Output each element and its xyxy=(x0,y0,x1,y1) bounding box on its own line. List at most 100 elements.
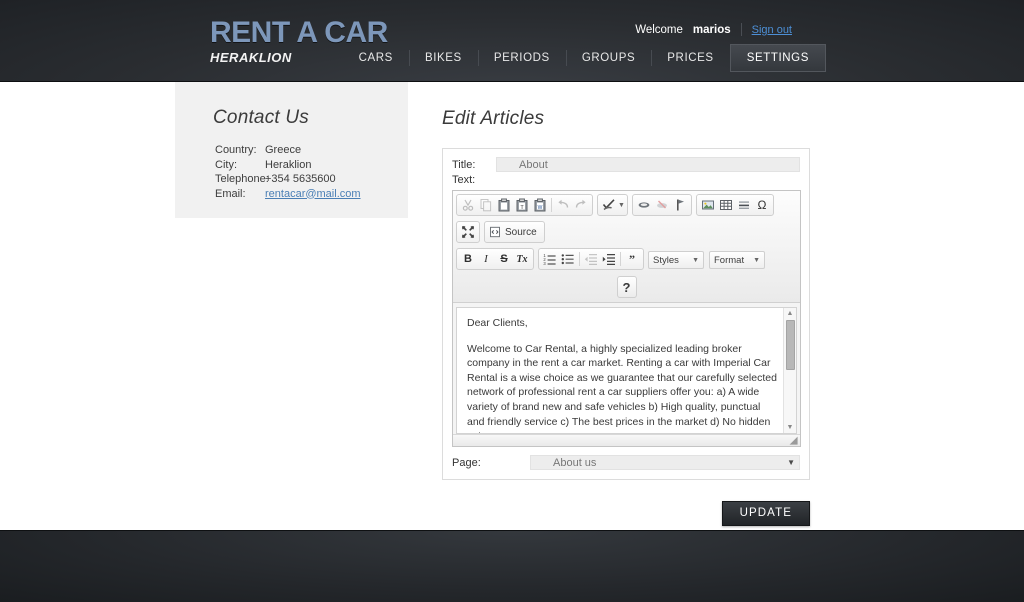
contact-value-telephone: +354 5635600 xyxy=(265,173,336,185)
source-icon xyxy=(490,226,500,238)
source-toolgroup: Source xyxy=(484,221,545,243)
toolbar-row-4: ? xyxy=(456,275,797,300)
anchor-icon[interactable] xyxy=(671,196,689,214)
unlink-icon[interactable] xyxy=(653,196,671,214)
nav-item-prices[interactable]: PRICES xyxy=(651,45,729,71)
blockquote-icon[interactable]: ” xyxy=(623,250,641,268)
toolbar-row-3: B I S Tx 1 2 3 ” Styles ▼ Format ▼ xyxy=(456,248,797,272)
contact-label-telephone: Telephone: xyxy=(215,173,269,185)
scrollbar-thumb[interactable] xyxy=(785,320,795,370)
table-icon[interactable] xyxy=(717,196,735,214)
contact-row-email: Email: rentacar@mail.com xyxy=(215,187,408,202)
maximize-icon[interactable] xyxy=(459,223,477,241)
editor-toolbar: T W ▼ Ω Source B I S Tx 1 2 3 ” Styles ▼… xyxy=(453,191,800,303)
contact-panel: Contact Us Country: Greece City: Herakli… xyxy=(175,82,408,218)
styles-dropdown[interactable]: Styles ▼ xyxy=(648,251,704,269)
editor-content-area[interactable]: Dear Clients, Welcome to Car Rental, a h… xyxy=(456,307,797,434)
toolbar-row-1: T W ▼ Ω xyxy=(456,194,797,218)
welcome-bar: Welcome marios Sign out xyxy=(635,23,792,36)
contact-value-country: Greece xyxy=(265,144,302,156)
page-title: Edit Articles xyxy=(442,108,545,129)
styles-dropdown-label: Styles xyxy=(653,254,679,266)
bulleted-list-icon[interactable] xyxy=(559,250,577,268)
italic-icon[interactable]: I xyxy=(477,250,495,268)
page-body: Contact Us Country: Greece City: Herakli… xyxy=(0,82,1024,530)
title-field-label: Title: xyxy=(452,158,476,171)
editor-paragraph-1: Dear Clients, xyxy=(467,317,528,329)
cut-icon[interactable] xyxy=(459,196,477,214)
nav-item-bikes[interactable]: BIKES xyxy=(408,45,478,71)
bold-icon[interactable]: B xyxy=(459,250,477,268)
scroll-down-arrow-icon[interactable]: ▼ xyxy=(787,422,794,433)
nav-item-groups[interactable]: GROUPS xyxy=(565,45,651,71)
contact-row-telephone: Telephone: +354 5635600 xyxy=(215,172,408,187)
link-icon[interactable] xyxy=(635,196,653,214)
spell-check-icon[interactable] xyxy=(600,196,618,214)
paste-word-icon[interactable]: W xyxy=(531,196,549,214)
chevron-down-icon: ▼ xyxy=(787,458,795,467)
outdent-icon[interactable] xyxy=(582,250,600,268)
editor-vertical-scrollbar[interactable]: ▲ ▼ xyxy=(783,308,796,433)
basic-styles-toolgroup: B I S Tx xyxy=(456,248,534,270)
indent-icon[interactable] xyxy=(600,250,618,268)
nav-item-periods[interactable]: PERIODS xyxy=(477,45,566,71)
scrollbar-track[interactable] xyxy=(784,319,797,422)
text-field-label: Text: xyxy=(452,174,476,186)
title-input[interactable]: About xyxy=(496,157,800,172)
format-dropdown[interactable]: Format ▼ xyxy=(709,251,765,269)
maximize-toolgroup xyxy=(456,221,480,243)
contact-row-country: Country: Greece xyxy=(215,143,408,158)
link-toolgroup xyxy=(631,194,692,216)
rich-text-editor: T W ▼ Ω Source B I S Tx 1 2 3 ” Styles ▼… xyxy=(452,190,801,447)
welcome-username: marios xyxy=(692,23,731,36)
undo-icon[interactable] xyxy=(554,196,572,214)
source-button[interactable]: Source xyxy=(486,223,543,241)
svg-text:W: W xyxy=(538,205,543,211)
strikethrough-icon[interactable]: S xyxy=(495,250,513,268)
page-field-row: Page: About us ▼ xyxy=(452,455,800,470)
contact-details: Country: Greece City: Heraklion Telephon… xyxy=(215,143,408,201)
paragraph-toolgroup: 123 ” xyxy=(538,248,644,270)
format-dropdown-label: Format xyxy=(714,254,745,266)
resize-handle-icon[interactable] xyxy=(789,436,798,445)
chevron-down-icon[interactable]: ▼ xyxy=(618,202,625,209)
chevron-down-icon: ▼ xyxy=(692,256,699,264)
editor-paragraph-2: Welcome to Car Rental, a highly speciali… xyxy=(467,342,777,433)
site-footer xyxy=(0,530,1024,602)
page-field-label: Page: xyxy=(452,456,481,469)
site-header: RENT A CAR HERAKLION Welcome marios Sign… xyxy=(0,0,1024,82)
page-select[interactable]: About us ▼ xyxy=(530,455,800,470)
image-icon[interactable] xyxy=(699,196,717,214)
remove-format-icon[interactable]: Tx xyxy=(513,250,531,268)
svg-text:3: 3 xyxy=(543,261,546,266)
paste-icon[interactable] xyxy=(495,196,513,214)
editor-text[interactable]: Dear Clients, Welcome to Car Rental, a h… xyxy=(457,308,796,433)
email-link[interactable]: rentacar@mail.com xyxy=(265,188,361,200)
nav-item-settings[interactable]: SETTINGS xyxy=(729,44,826,72)
special-char-icon[interactable]: Ω xyxy=(753,196,771,214)
contact-panel-title: Contact Us xyxy=(213,107,309,128)
clipboard-toolgroup: T W xyxy=(456,194,593,216)
about-ckeditor-button[interactable]: ? xyxy=(616,276,637,298)
toolbar-separator xyxy=(620,252,621,266)
paste-text-icon[interactable]: T xyxy=(513,196,531,214)
numbered-list-icon[interactable]: 123 xyxy=(541,250,559,268)
redo-icon[interactable] xyxy=(572,196,590,214)
contact-value-city: Heraklion xyxy=(265,158,312,171)
update-button[interactable]: UPDATE xyxy=(721,501,810,526)
main-column: Edit Articles Title: About Text: T W ▼ Ω… xyxy=(442,82,822,526)
page-select-value: About us xyxy=(553,456,597,469)
logo-primary-text: RENT A CAR xyxy=(210,16,388,49)
scroll-up-arrow-icon[interactable]: ▲ xyxy=(787,308,794,319)
chevron-down-icon: ▼ xyxy=(753,256,760,264)
nav-right-spacer xyxy=(826,45,1024,71)
nav-item-cars[interactable]: CARS xyxy=(343,45,409,71)
toolbar-row-2: Source xyxy=(456,221,797,245)
title-field-row: Title: About xyxy=(452,157,800,172)
spellcheck-toolgroup: ▼ xyxy=(597,194,628,216)
sign-out-link[interactable]: Sign out xyxy=(752,24,792,36)
editor-status-bar xyxy=(453,434,800,446)
copy-icon[interactable] xyxy=(477,196,495,214)
horizontal-rule-icon[interactable] xyxy=(735,196,753,214)
form-actions: UPDATE xyxy=(442,501,810,526)
